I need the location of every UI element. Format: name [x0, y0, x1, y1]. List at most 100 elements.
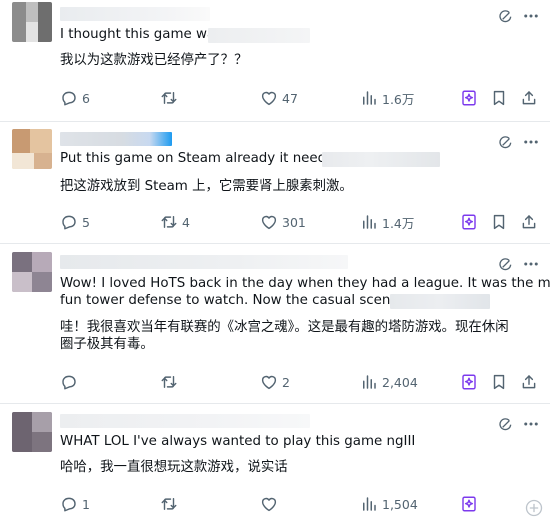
reply-icon: [62, 497, 76, 512]
grok-icon: [462, 214, 476, 230]
like-count: 301: [282, 214, 306, 230]
repost-button[interactable]: 4: [160, 212, 190, 232]
share-icon: [522, 91, 536, 105]
grok-icon: [462, 90, 476, 106]
grok-icon[interactable]: [498, 416, 514, 432]
grok-icon[interactable]: [498, 8, 514, 24]
repost-count: 4: [182, 214, 190, 230]
author-name-redacted[interactable]: [60, 132, 172, 146]
reply-text-en-line2: fun tower defense to watch. Now the casu…: [60, 293, 414, 308]
repost-button[interactable]: [160, 494, 182, 514]
action-bar: 5 4 301 1.4万: [54, 212, 542, 232]
views-button[interactable]: 1.6万: [360, 88, 414, 108]
reply-text-zh: 我以为这款游戏已经停产了？？: [60, 53, 248, 68]
bookmark-icon: [493, 90, 505, 106]
repost-icon: [161, 376, 177, 388]
reply-text-en: I thought this game was: [60, 27, 223, 42]
views-button[interactable]: 1,504: [360, 494, 418, 514]
reply-count: 1: [82, 496, 90, 512]
grok-icon: [462, 374, 476, 390]
like-button[interactable]: 47: [260, 88, 298, 108]
views-button[interactable]: 1.4万: [360, 212, 414, 232]
grok-button[interactable]: [460, 88, 478, 108]
reply-icon: [62, 91, 76, 106]
action-bar: 6 47 1.6万: [54, 88, 542, 108]
bookmark-button[interactable]: [490, 212, 508, 232]
heart-icon: [261, 91, 277, 106]
watermark-logo-icon: [525, 499, 543, 517]
share-icon: [522, 375, 536, 389]
bookmark-icon: [493, 374, 505, 390]
more-icon[interactable]: [522, 133, 540, 151]
grok-icon: [462, 496, 476, 512]
share-icon: [522, 215, 536, 229]
heart-icon: [261, 497, 277, 512]
views-icon: [363, 91, 376, 105]
like-button[interactable]: [260, 494, 282, 514]
grok-icon[interactable]: [498, 256, 514, 272]
author-name-redacted[interactable]: [60, 414, 310, 428]
share-button[interactable]: [520, 88, 538, 108]
reply-count: 6: [82, 90, 90, 106]
heart-icon: [261, 215, 277, 230]
avatar[interactable]: [12, 129, 52, 169]
reply-icon: [62, 375, 76, 390]
like-count: 2: [282, 374, 290, 390]
share-button[interactable]: [520, 372, 538, 392]
views-count: 1.6万: [382, 91, 415, 107]
author-name-redacted[interactable]: [60, 7, 210, 21]
grok-button[interactable]: [460, 494, 478, 514]
views-count: 1,504: [382, 496, 418, 512]
views-count: 2,404: [382, 374, 418, 390]
share-button[interactable]: [520, 212, 538, 232]
grok-button[interactable]: [460, 372, 478, 392]
heart-icon: [261, 375, 277, 390]
like-button[interactable]: 301: [260, 212, 306, 232]
reply-1[interactable]: I thought this game was 我以为这款游戏已经停产了？？ 6…: [0, 0, 550, 118]
more-icon[interactable]: [522, 255, 540, 273]
views-icon: [363, 497, 376, 511]
bookmark-icon: [493, 214, 505, 230]
reply-button[interactable]: 5: [60, 212, 90, 232]
reply-count: 5: [82, 214, 90, 230]
reply-2[interactable]: Put this game on Steam already it needs …: [0, 122, 550, 240]
repost-button[interactable]: [160, 88, 182, 108]
like-count: 47: [282, 90, 298, 106]
redacted-text: [208, 28, 310, 43]
avatar[interactable]: [12, 412, 52, 452]
more-icon[interactable]: [522, 415, 540, 433]
reply-4[interactable]: WHAT LOL I've always wanted to play this…: [0, 404, 550, 522]
reply-text-en: WHAT LOL I've always wanted to play this…: [60, 434, 416, 449]
reply-button[interactable]: 1: [60, 494, 90, 514]
bookmark-button[interactable]: [490, 88, 508, 108]
repost-icon: [161, 216, 177, 228]
author-name-redacted[interactable]: [60, 255, 348, 269]
more-icon[interactable]: [522, 7, 540, 25]
reply-text-zh: 哈哈，我一直很想玩这款游戏，说实话: [60, 460, 288, 475]
watermark: [524, 498, 544, 518]
views-icon: [363, 215, 376, 229]
repost-button[interactable]: [160, 372, 182, 392]
like-button[interactable]: 2: [260, 372, 290, 392]
views-icon: [363, 375, 376, 389]
action-bar: 2 2,404: [54, 372, 542, 392]
action-bar: 1 1,504: [54, 494, 542, 514]
avatar[interactable]: [12, 252, 52, 292]
redacted-text: [322, 152, 440, 167]
avatar[interactable]: [12, 2, 52, 42]
reply-text-zh-line2: 圈子极其有毒。: [60, 337, 154, 352]
redacted-text: [390, 294, 490, 309]
reply-icon: [62, 215, 76, 230]
repost-icon: [161, 92, 177, 104]
reply-3[interactable]: Wow! I loved HoTS back in the day when t…: [0, 244, 550, 402]
grok-button[interactable]: [460, 212, 478, 232]
reply-text-en: Put this game on Steam already it needs …: [60, 151, 343, 166]
views-count: 1.4万: [382, 215, 415, 231]
repost-icon: [161, 498, 177, 510]
reply-text-zh: 把这游戏放到 Steam 上，它需要肾上腺素刺激。: [60, 179, 353, 194]
reply-button[interactable]: 6: [60, 88, 90, 108]
bookmark-button[interactable]: [490, 372, 508, 392]
grok-icon[interactable]: [498, 134, 514, 150]
reply-button[interactable]: [60, 372, 82, 392]
views-button[interactable]: 2,404: [360, 372, 418, 392]
